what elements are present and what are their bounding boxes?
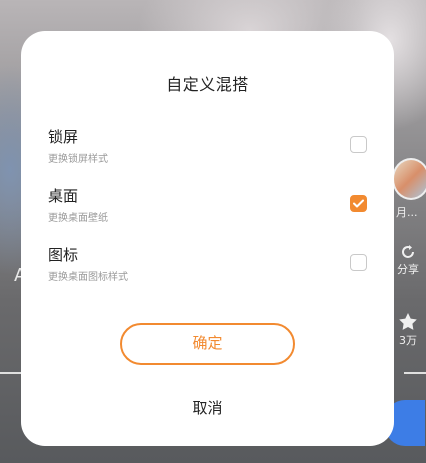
lockscreen-checkbox[interactable] bbox=[350, 136, 367, 153]
cancel-button[interactable]: 取消 bbox=[21, 397, 394, 418]
option-label: 图标 bbox=[48, 246, 79, 264]
author-name[interactable]: 月... bbox=[396, 204, 418, 220]
author-avatar[interactable] bbox=[392, 158, 426, 200]
like-button[interactable]: 3万 bbox=[393, 312, 423, 348]
option-description: 更换锁屏样式 bbox=[48, 154, 108, 165]
option-icons[interactable]: 图标 更换桌面图标样式 bbox=[48, 244, 367, 286]
icons-checkbox[interactable] bbox=[350, 254, 367, 271]
option-description: 更换桌面图标样式 bbox=[48, 272, 128, 283]
progress-line-left bbox=[0, 372, 22, 374]
custom-mix-dialog: 自定义混搭 锁屏 更换锁屏样式 桌面 更换桌面壁纸 图标 更换桌面图标样式 确定… bbox=[21, 31, 394, 446]
option-label: 锁屏 bbox=[48, 128, 79, 146]
star-icon bbox=[399, 313, 417, 330]
option-description: 更换桌面壁纸 bbox=[48, 213, 108, 224]
progress-line-right bbox=[404, 372, 426, 374]
dialog-title: 自定义混搭 bbox=[166, 75, 249, 94]
share-icon bbox=[402, 245, 414, 258]
confirm-button[interactable]: 确定 bbox=[120, 323, 295, 365]
likes-count: 3万 bbox=[399, 334, 417, 347]
option-label: 桌面 bbox=[48, 187, 79, 205]
share-label: 分享 bbox=[397, 263, 419, 276]
share-button[interactable]: 分享 bbox=[393, 243, 423, 277]
desktop-checkbox[interactable] bbox=[350, 195, 367, 212]
option-desktop[interactable]: 桌面 更换桌面壁纸 bbox=[48, 185, 367, 227]
option-lockscreen[interactable]: 锁屏 更换锁屏样式 bbox=[48, 126, 367, 168]
check-icon bbox=[353, 199, 364, 208]
